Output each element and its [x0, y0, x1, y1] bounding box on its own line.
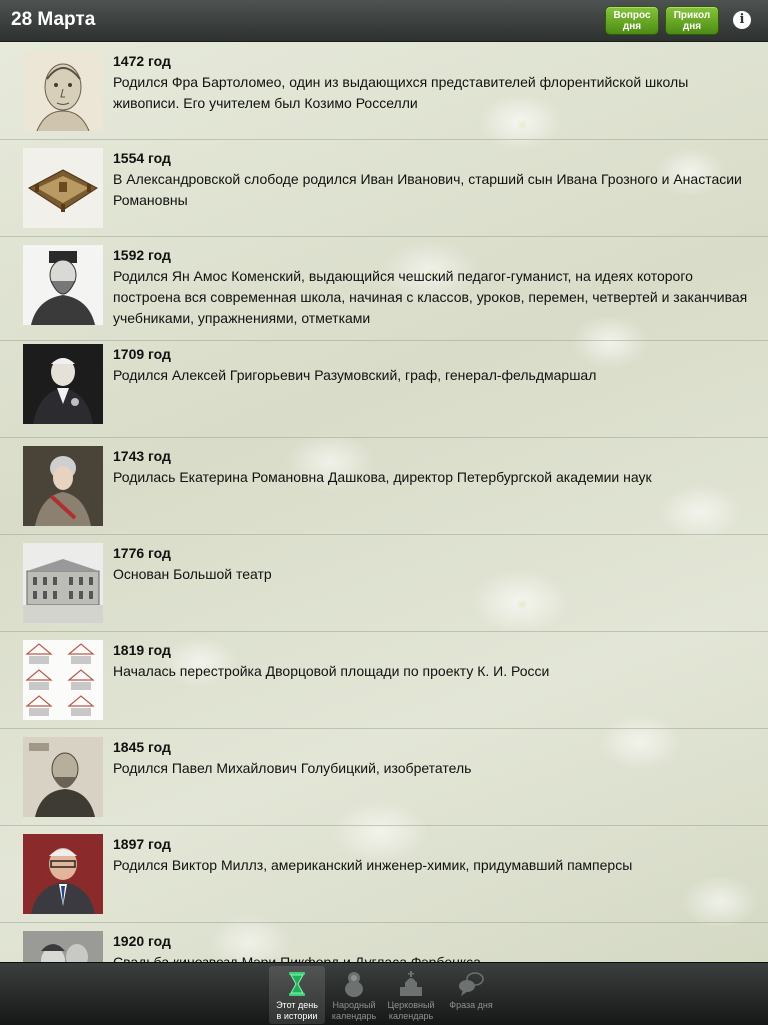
theatre-building-icon	[23, 543, 103, 623]
portrait-sketch-icon	[23, 51, 103, 131]
tab-this-day-in-history[interactable]: Этот день в истории	[269, 966, 325, 1024]
event-year: 1897 год	[113, 836, 171, 852]
event-thumbnail	[23, 931, 103, 962]
lady-portrait-icon	[23, 446, 103, 526]
event-year: 1592 год	[113, 247, 171, 263]
event-description: Родился Виктор Миллз, американский инжен…	[113, 857, 633, 873]
list-item[interactable]: 1897 год Родился Виктор Миллз, американс…	[0, 826, 768, 923]
list-item[interactable]: 1709 год Родился Алексей Григорьевич Раз…	[0, 341, 768, 438]
speech-bubbles-icon	[459, 972, 484, 996]
matryoshka-icon	[345, 972, 363, 997]
event-thumbnail	[23, 148, 103, 228]
event-year: 1776 год	[113, 545, 171, 561]
event-description: Родился Павел Михайлович Голубицкий, изо…	[113, 760, 472, 776]
event-year: 1743 год	[113, 448, 171, 464]
event-year: 1554 год	[113, 150, 171, 166]
event-thumbnail	[23, 834, 103, 914]
list-item[interactable]: 1920 год Свадьба кинозвезд Мэри Пикфорд …	[0, 923, 768, 962]
event-year: 1920 год	[113, 933, 171, 949]
noble-portrait-icon	[23, 344, 103, 424]
event-description: Родился Фра Бартоломео, один из выдающих…	[113, 74, 689, 111]
event-description: Родилась Екатерина Романовна Дашкова, ди…	[113, 469, 652, 485]
list-item[interactable]: 1845 год Родился Павел Михайлович Голуби…	[0, 729, 768, 826]
tab-label: Народный календарь	[331, 1000, 377, 1021]
photo-portrait-icon	[23, 834, 103, 914]
question-of-day-button[interactable]: Вопрос дня	[605, 6, 659, 35]
joke-of-day-button[interactable]: Прикол дня	[665, 6, 719, 35]
navigation-bar: 28 Марта Вопрос дня Прикол дня i	[0, 0, 768, 42]
event-thumbnail	[23, 344, 103, 424]
church-icon	[400, 971, 422, 996]
event-thumbnail	[23, 245, 103, 325]
event-thumbnail	[23, 543, 103, 623]
event-description: Основан Большой театр	[113, 566, 272, 582]
event-year: 1819 год	[113, 642, 171, 658]
event-thumbnail	[23, 640, 103, 720]
events-list[interactable]: 1472 год Родился Фра Бартоломео, один из…	[0, 43, 768, 962]
list-item[interactable]: 1592 год Родился Ян Амос Коменский, выда…	[0, 237, 768, 341]
engraving-portrait-icon	[23, 245, 103, 325]
list-item[interactable]: 1472 год Родился Фра Бартоломео, один из…	[0, 43, 768, 140]
couple-photo-icon	[23, 931, 103, 962]
tab-church-calendar[interactable]: Церковный календарь	[383, 966, 439, 1024]
event-year: 1845 год	[113, 739, 171, 755]
old-photo-portrait-icon	[23, 737, 103, 817]
event-description: Родился Алексей Григорьевич Разумовский,…	[113, 367, 597, 383]
event-year: 1709 год	[113, 346, 171, 362]
event-thumbnail	[23, 446, 103, 526]
event-description: В Александровской слободе родился Иван И…	[113, 171, 742, 208]
list-item[interactable]: 1819 год Началась перестройка Дворцовой …	[0, 632, 768, 729]
event-description: Свадьба кинозвезд Мэри Пикфорд и Дугласа…	[113, 954, 481, 962]
tab-label: Фраза дня	[449, 1000, 493, 1010]
list-item[interactable]: 1743 год Родилась Екатерина Романовна Да…	[0, 438, 768, 535]
event-thumbnail	[23, 737, 103, 817]
list-item[interactable]: 1554 год В Александровской слободе родил…	[0, 140, 768, 237]
list-item[interactable]: 1776 год Основан Большой театр	[0, 535, 768, 632]
fortress-model-icon	[23, 148, 103, 228]
event-thumbnail	[23, 51, 103, 131]
event-year: 1472 год	[113, 53, 171, 69]
architecture-plans-icon	[23, 640, 103, 720]
tab-phrase-of-day[interactable]: Фраза дня	[440, 966, 502, 1024]
tab-label: Церковный календарь	[387, 1000, 435, 1021]
tab-bar: Этот день в истории Народный календарь Ц…	[0, 962, 768, 1025]
tab-label: Этот день в истории	[276, 1000, 318, 1021]
info-icon[interactable]: i	[733, 11, 751, 29]
event-description: Началась перестройка Дворцовой площади п…	[113, 663, 550, 679]
page-title: 28 Марта	[11, 9, 96, 30]
event-description: Родился Ян Амос Коменский, выдающийся че…	[113, 268, 748, 326]
hourglass-icon	[289, 972, 305, 996]
tab-folk-calendar[interactable]: Народный календарь	[326, 966, 382, 1024]
